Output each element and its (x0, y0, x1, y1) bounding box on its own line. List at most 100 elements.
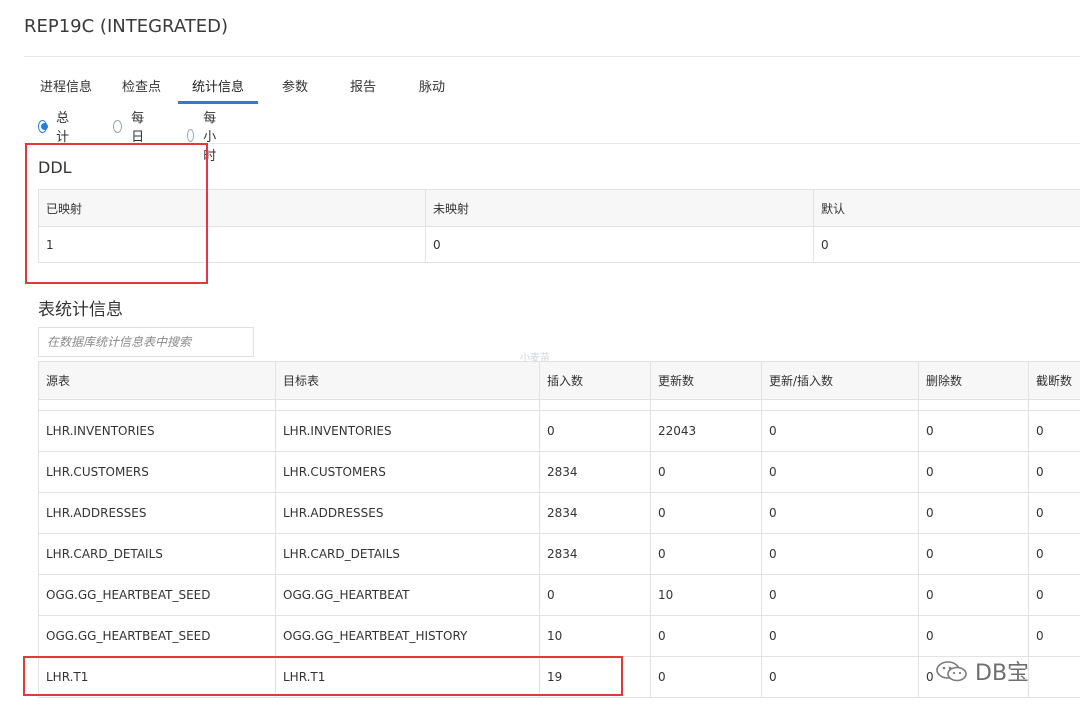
cell-upserts: 0 (761, 410, 919, 452)
cell-upserts: 0 (761, 615, 919, 657)
cell-target: LHR.CARD_DETAILS (275, 533, 540, 575)
cell-updates: 22043 (650, 410, 762, 452)
cell-truncates (1028, 656, 1080, 698)
spacer-cell (539, 399, 651, 411)
radio-daily-label: 每日 (131, 111, 145, 145)
cell-deletes: 0 (918, 410, 1029, 452)
cell-truncates: 0 (1028, 492, 1080, 534)
table-row[interactable]: LHR.CARD_DETAILS LHR.CARD_DETAILS 2834 0… (38, 533, 1080, 575)
ddl-header-row: 已映射 未映射 默认 (38, 189, 1080, 227)
cell-truncates: 0 (1028, 574, 1080, 616)
cell-target: LHR.CUSTOMERS (275, 451, 540, 493)
cell-upserts: 0 (761, 533, 919, 575)
cell-inserts: 2834 (539, 492, 651, 534)
tab-statistics[interactable]: 统计信息 (178, 76, 259, 104)
tab-report[interactable]: 报告 (350, 76, 376, 101)
radio-selected-icon (38, 119, 49, 133)
radio-daily[interactable]: 每日 (113, 107, 148, 145)
tab-heartbeat[interactable]: 脉动 (419, 76, 445, 101)
table-row[interactable]: LHR.T1 LHR.T1 19 0 0 0 (38, 656, 1080, 698)
cell-inserts: 2834 (539, 533, 651, 575)
cell-updates: 0 (650, 656, 762, 698)
col-header-deletes[interactable]: 删除数 (918, 361, 1029, 400)
table-row[interactable]: LHR.ADDRESSES LHR.ADDRESSES 2834 0 0 0 0 (38, 492, 1080, 534)
table-spacer-row (38, 399, 1080, 411)
col-header-source[interactable]: 源表 (38, 361, 276, 400)
cell-target: LHR.T1 (275, 656, 540, 698)
table-row[interactable]: OGG.GG_HEARTBEAT_SEED OGG.GG_HEARTBEAT 0… (38, 574, 1080, 616)
cell-updates: 0 (650, 451, 762, 493)
table-row[interactable]: LHR.CUSTOMERS LHR.CUSTOMERS 2834 0 0 0 0 (38, 451, 1080, 493)
cell-truncates: 0 (1028, 533, 1080, 575)
cell-target: OGG.GG_HEARTBEAT_HISTORY (275, 615, 540, 657)
cell-deletes: 0 (918, 574, 1029, 616)
cell-updates: 10 (650, 574, 762, 616)
col-header-target[interactable]: 目标表 (275, 361, 540, 400)
radio-unselected-icon (113, 119, 123, 133)
col-header-inserts[interactable]: 插入数 (539, 361, 651, 400)
radio-hourly[interactable]: 每小时 (187, 107, 222, 164)
tab-checkpoint[interactable]: 检查点 (122, 76, 161, 101)
radio-total[interactable]: 总计 (38, 107, 73, 145)
ddl-value-mapped: 1 (38, 226, 426, 263)
ddl-table: 已映射 未映射 默认 1 0 0 (38, 189, 1080, 263)
cell-source: LHR.INVENTORIES (38, 410, 276, 452)
cell-inserts: 10 (539, 615, 651, 657)
spacer-cell (761, 399, 919, 411)
cell-inserts: 19 (539, 656, 651, 698)
cell-source: LHR.T1 (38, 656, 276, 698)
ddl-value-unmapped: 0 (425, 226, 814, 263)
table-stats-table: 源表 目标表 插入数 更新数 更新/插入数 删除数 截断数 LHR.INVENT… (38, 361, 1080, 698)
cell-truncates: 0 (1028, 451, 1080, 493)
spacer-cell (38, 399, 276, 411)
cell-inserts: 2834 (539, 451, 651, 493)
cell-upserts: 0 (761, 574, 919, 616)
table-header-row: 源表 目标表 插入数 更新数 更新/插入数 删除数 截断数 (38, 361, 1080, 400)
col-header-upserts[interactable]: 更新/插入数 (761, 361, 919, 400)
col-header-truncates[interactable]: 截断数 (1028, 361, 1080, 400)
cell-truncates: 0 (1028, 615, 1080, 657)
cell-target: LHR.ADDRESSES (275, 492, 540, 534)
table-stats-search-input[interactable] (38, 327, 254, 357)
cell-source: OGG.GG_HEARTBEAT_SEED (38, 615, 276, 657)
tab-process-info[interactable]: 进程信息 (40, 76, 92, 101)
col-header-updates[interactable]: 更新数 (650, 361, 762, 400)
ddl-header-mapped: 已映射 (38, 189, 426, 227)
page-title: REP19C (INTEGRATED) (24, 16, 228, 37)
spacer-cell (650, 399, 762, 411)
db-logo: DB宝 (935, 655, 1029, 687)
cell-truncates: 0 (1028, 410, 1080, 452)
cell-deletes: 0 (918, 492, 1029, 534)
cell-inserts: 0 (539, 410, 651, 452)
spacer-cell (1028, 399, 1080, 411)
ddl-value-row: 1 0 0 (38, 226, 1080, 263)
cell-updates: 0 (650, 492, 762, 534)
cell-upserts: 0 (761, 492, 919, 534)
cell-deletes: 0 (918, 615, 1029, 657)
cell-upserts: 0 (761, 451, 919, 493)
radio-unselected-icon (187, 129, 195, 142)
ddl-value-default: 0 (813, 226, 1080, 263)
cell-target: LHR.INVENTORIES (275, 410, 540, 452)
table-row[interactable]: LHR.INVENTORIES LHR.INVENTORIES 0 22043 … (38, 410, 1080, 452)
cell-source: LHR.CUSTOMERS (38, 451, 276, 493)
cell-deletes: 0 (918, 451, 1029, 493)
logo-text: DB宝 (975, 661, 1030, 686)
ddl-title: DDL (38, 158, 72, 177)
cell-source: OGG.GG_HEARTBEAT_SEED (38, 574, 276, 616)
section-divider (24, 143, 1080, 144)
radio-hourly-label: 每小时 (203, 111, 217, 164)
cell-source: LHR.ADDRESSES (38, 492, 276, 534)
cell-updates: 0 (650, 533, 762, 575)
cell-inserts: 0 (539, 574, 651, 616)
ddl-header-default: 默认 (813, 189, 1080, 227)
spacer-cell (275, 399, 540, 411)
chat-bubbles-icon (936, 661, 967, 682)
cell-deletes: 0 (918, 533, 1029, 575)
radio-total-label: 总计 (56, 111, 70, 145)
ddl-header-unmapped: 未映射 (425, 189, 814, 227)
tab-parameters[interactable]: 参数 (282, 76, 308, 101)
table-row[interactable]: OGG.GG_HEARTBEAT_SEED OGG.GG_HEARTBEAT_H… (38, 615, 1080, 657)
table-stats-title: 表统计信息 (38, 300, 123, 320)
cell-target: OGG.GG_HEARTBEAT (275, 574, 540, 616)
